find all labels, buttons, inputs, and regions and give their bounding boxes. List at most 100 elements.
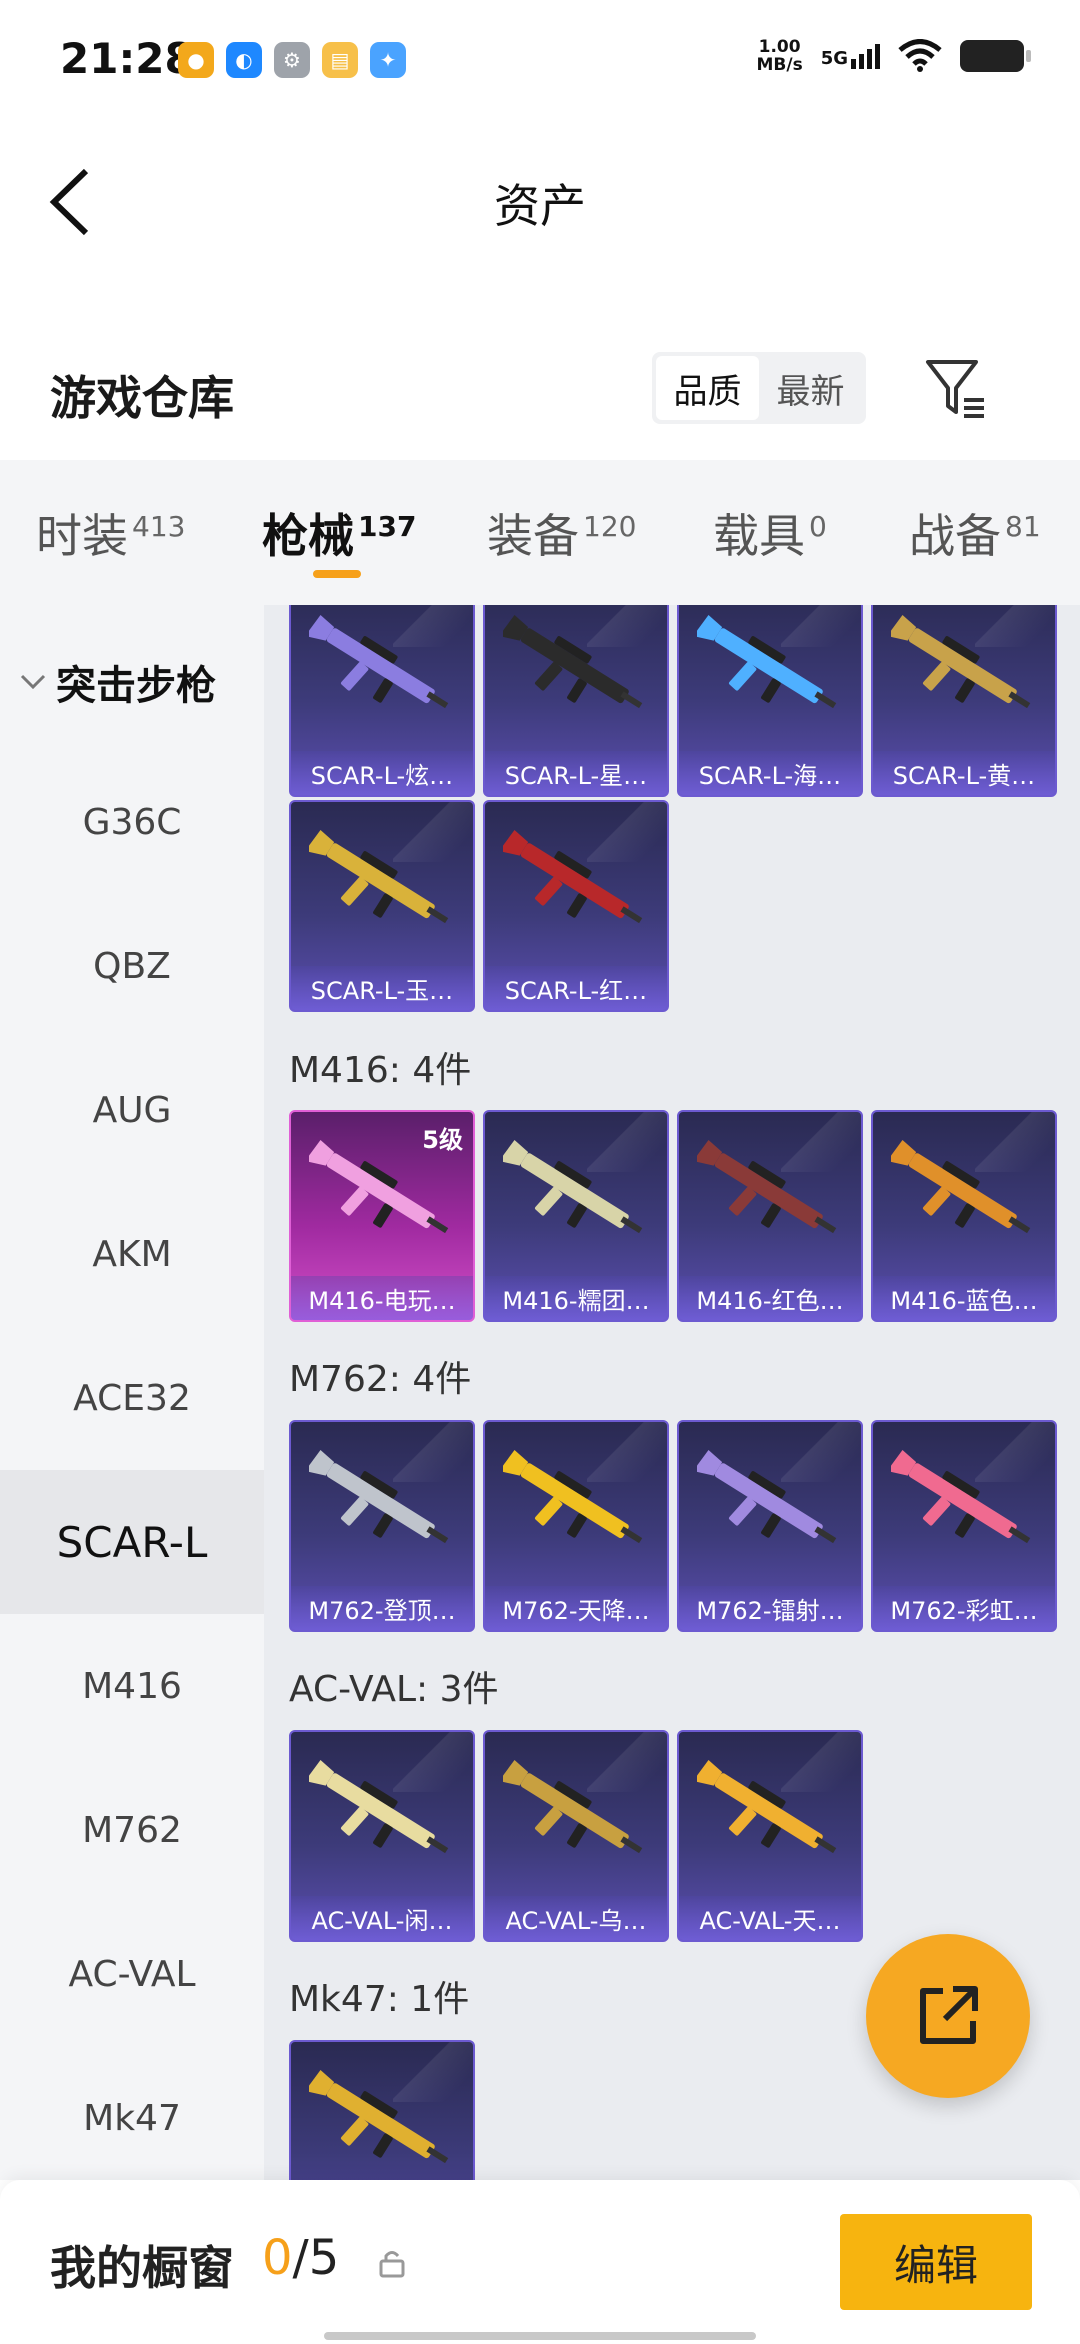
sidebar-item-aug[interactable]: AUG (0, 1038, 264, 1182)
rifle-icon (891, 1449, 1031, 1544)
rifle-icon (503, 1759, 643, 1854)
weapon-card-mk47-1[interactable] (289, 2040, 475, 2180)
showcase-count: 0/5 (262, 2230, 339, 2286)
warehouse-header: 游戏仓库 品质 最新 (0, 340, 1080, 460)
weapon-card-m416-2[interactable]: M416-糯团… (483, 1110, 669, 1322)
sidebar-category-assault-rifles[interactable]: 突击步枪 (20, 653, 216, 711)
edit-button[interactable]: 编辑 (840, 2214, 1032, 2310)
weapon-card-scar-l-3[interactable]: SCAR-L-海… (677, 605, 863, 797)
weapon-card-label: M762-登顶… (291, 1586, 473, 1630)
chevron-down-icon (20, 674, 46, 690)
sort-by-quality[interactable]: 品质 (656, 356, 759, 420)
weapon-card-label: M762-镭射… (679, 1586, 861, 1630)
rifle-icon (697, 1759, 837, 1854)
rifle-icon (309, 2069, 449, 2164)
section-title-mk47: Mk47: 1件 (289, 1979, 470, 2020)
rifle-icon (697, 1449, 837, 1544)
sidebar-item-g36c[interactable]: G36C (0, 750, 264, 894)
sort-by-newest[interactable]: 最新 (759, 356, 862, 420)
weapon-card-m416-4[interactable]: M416-蓝色… (871, 1110, 1057, 1322)
weapon-card-label: M762-天降… (485, 1586, 667, 1630)
filter-icon (926, 360, 984, 418)
warehouse-title: 游戏仓库 (50, 371, 234, 425)
weapon-card-ac-val-1[interactable]: AC-VAL-闲… (289, 1730, 475, 1942)
signal-type-label: 5G (820, 47, 848, 69)
showcase-bar: 我的橱窗 0/5 编辑 (0, 2180, 1080, 2344)
sidebar-item-scar-l[interactable]: SCAR-L (0, 1470, 264, 1614)
news-app-icon: ▤ (322, 42, 358, 78)
page-title: 资产 (494, 179, 586, 233)
weapon-card-m762-2[interactable]: M762-天降… (483, 1420, 669, 1632)
home-indicator (324, 2332, 756, 2340)
section-title-ac-val: AC-VAL: 3件 (289, 1669, 499, 1710)
rifle-icon (503, 829, 643, 924)
status-app-icons: ● ◐ ⚙ ▤ ✦ (178, 42, 406, 78)
rifle-icon (309, 1449, 449, 1544)
status-time: 21:28 (60, 34, 194, 83)
rifle-icon (697, 614, 837, 709)
network-speed: 1.00 MB/s (756, 38, 802, 74)
sidebar-item-m762[interactable]: M762 (0, 1758, 264, 1902)
weapon-card-label: M416-蓝色… (873, 1276, 1055, 1320)
rifle-icon (309, 1139, 449, 1234)
tab-combat-gear[interactable]: 战备 81 (909, 500, 1041, 566)
tab-equipment[interactable]: 装备 120 (487, 500, 636, 566)
weapon-card-scar-l-2[interactable]: SCAR-L-星… (483, 605, 669, 797)
tab-count: 137 (358, 509, 417, 543)
sidebar-item-ace32[interactable]: ACE32 (0, 1326, 264, 1470)
weapon-card-label: SCAR-L-海… (679, 751, 861, 795)
weapon-card-scar-l-4[interactable]: SCAR-L-黄… (871, 605, 1057, 797)
weapon-card-scar-l-6[interactable]: SCAR-L-红… (483, 800, 669, 1012)
wifi-icon (898, 39, 942, 72)
status-bar: 21:28 ● ◐ ⚙ ▤ ✦ 1.00 MB/s 5G (0, 0, 1080, 120)
tab-label: 战备 (909, 509, 1001, 563)
game-app-icon: ● (178, 42, 214, 78)
showcase-count-total: /5 (292, 2230, 340, 2286)
weapon-card-label: M762-彩虹… (873, 1586, 1055, 1630)
network-speed-value: 1.00 (758, 37, 801, 57)
filter-button[interactable] (922, 356, 988, 422)
sidebar-item-qbz[interactable]: QBZ (0, 894, 264, 1038)
tab-label: 时装 (36, 509, 128, 563)
category-tabs: 时装 413 枪械 137 装备 120 载具 0 战备 81 (0, 460, 1080, 605)
tab-label: 载具 (713, 509, 805, 563)
battery-icon (960, 40, 1031, 72)
sidebar-item-ac-val[interactable]: AC-VAL (0, 1902, 264, 2046)
share-button[interactable] (866, 1934, 1030, 2098)
rifle-icon (503, 1449, 643, 1544)
rifle-icon (503, 1139, 643, 1234)
tab-vehicles[interactable]: 载具 0 (713, 500, 827, 566)
weapon-card-label: AC-VAL-乌… (485, 1896, 667, 1940)
settings-app-icon: ⚙ (274, 42, 310, 78)
weapon-card-ac-val-2[interactable]: AC-VAL-乌… (483, 1730, 669, 1942)
weapon-card-m762-1[interactable]: M762-登顶… (289, 1420, 475, 1632)
weapon-card-ac-val-3[interactable]: AC-VAL-天… (677, 1730, 863, 1942)
tab-label: 装备 (487, 509, 579, 563)
section-title-m416: M416: 4件 (289, 1050, 472, 1091)
rifle-icon (309, 614, 449, 709)
sidebar-item-m416[interactable]: M416 (0, 1614, 264, 1758)
tab-count: 0 (809, 509, 827, 543)
weapon-card-label: M416-糯团… (485, 1276, 667, 1320)
weapon-card-label: SCAR-L-黄… (873, 751, 1055, 795)
weapon-card-m416-1[interactable]: 5级 M416-电玩… (289, 1110, 475, 1322)
tab-firearms[interactable]: 枪械 137 (262, 500, 416, 566)
tab-count: 413 (132, 509, 186, 543)
weapon-card-label: SCAR-L-红… (485, 966, 667, 1010)
showcase-title: 我的橱窗 (50, 2241, 234, 2295)
weapon-type-sidebar: 突击步枪 G36C QBZ AUG AKM ACE32 SCAR-L M416 … (0, 605, 264, 2180)
rifle-icon (697, 1139, 837, 1234)
status-indicators: 1.00 MB/s 5G (756, 38, 1031, 74)
weapon-card-scar-l-5[interactable]: SCAR-L-玉… (289, 800, 475, 1012)
sidebar-item-mk47[interactable]: Mk47 (0, 2046, 264, 2180)
tab-fashion[interactable]: 时装 413 (36, 500, 185, 566)
weapon-card-scar-l-1[interactable]: SCAR-L-炫… (289, 605, 475, 797)
weapon-card-m762-4[interactable]: M762-彩虹… (871, 1420, 1057, 1632)
sidebar-item-akm[interactable]: AKM (0, 1182, 264, 1326)
rifle-icon (891, 1139, 1031, 1234)
header: 资产 (0, 120, 1080, 275)
weapon-card-m416-3[interactable]: M416-红色… (677, 1110, 863, 1322)
weapon-card-label: M416-电玩… (291, 1276, 473, 1320)
weapon-card-m762-3[interactable]: M762-镭射… (677, 1420, 863, 1632)
tab-label: 枪械 (262, 509, 354, 563)
